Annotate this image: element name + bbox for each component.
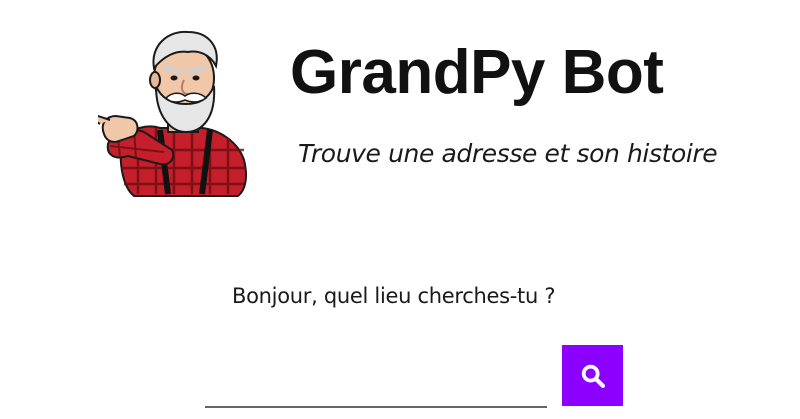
- search-icon: [581, 364, 605, 388]
- page-title: GrandPy Bot: [290, 38, 664, 107]
- lumberjack-grandpa-icon: [92, 30, 247, 197]
- search-button[interactable]: [562, 345, 623, 406]
- greeting-prompt: Bonjour, quel lieu cherches-tu ?: [232, 284, 556, 308]
- page-tagline: Trouve une adresse et son histoire: [298, 139, 718, 168]
- mascot-logo: [92, 24, 256, 202]
- search-input[interactable]: [205, 370, 547, 408]
